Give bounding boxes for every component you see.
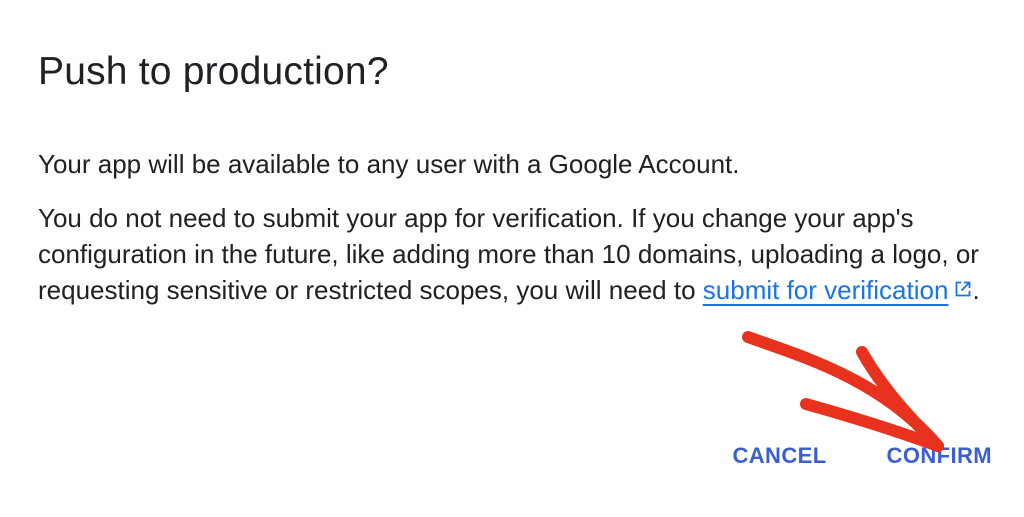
dialog-title: Push to production? (38, 50, 389, 93)
confirm-button[interactable]: CONFIRM (887, 438, 992, 474)
verification-period: . (972, 275, 980, 305)
verification-text: You do not need to submit your app for v… (38, 200, 1000, 308)
dialog-actions: CANCEL CONFIRM (732, 438, 992, 474)
cancel-button[interactable]: CANCEL (732, 438, 826, 474)
submit-for-verification-link[interactable]: submit for verification (703, 275, 973, 305)
submit-for-verification-label: submit for verification (702, 275, 949, 305)
availability-text: Your app will be available to any user w… (38, 149, 740, 179)
external-link-icon (956, 281, 971, 297)
push-to-production-dialog: Push to production? Your app will be ava… (0, 0, 1024, 517)
dialog-body: Your app will be available to any user w… (38, 146, 1000, 308)
